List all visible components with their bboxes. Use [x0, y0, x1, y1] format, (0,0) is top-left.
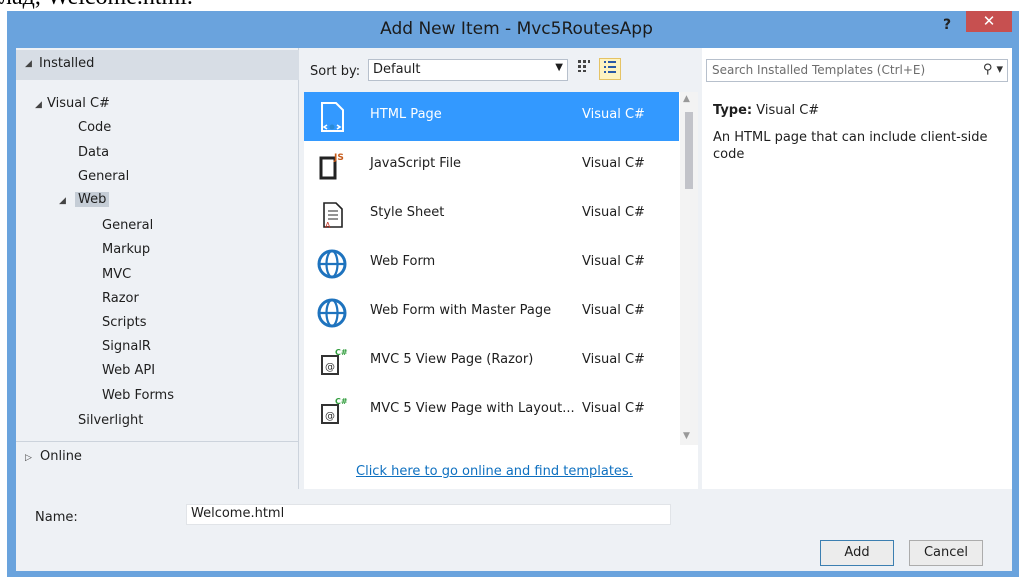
item-name: JavaScript File [370, 156, 462, 171]
web-form-icon [316, 248, 348, 280]
add-button[interactable]: Add [820, 540, 894, 566]
svg-text:@: @ [325, 362, 335, 373]
tree-online[interactable]: Online [40, 449, 82, 464]
tree-web-signalr[interactable]: SignalR [102, 339, 151, 354]
svg-text:@: @ [325, 411, 335, 422]
chevron-down-icon: ▼ [555, 62, 563, 73]
scroll-thumb[interactable] [685, 112, 693, 189]
tree-web-razor[interactable]: Razor [102, 291, 139, 306]
item-type: Visual C# [582, 401, 645, 416]
tree-silverlight[interactable]: Silverlight [78, 413, 143, 428]
template-list: HTML Page Visual C# JS JavaScript File V… [304, 92, 698, 489]
item-name: HTML Page [370, 107, 442, 122]
list-view-icon[interactable] [599, 58, 621, 80]
tree-code[interactable]: Code [78, 120, 111, 135]
item-type: Visual C# [582, 156, 645, 171]
svg-text:C#: C# [335, 348, 348, 357]
expanded-arrow-icon[interactable]: ◢ [35, 100, 42, 110]
tree-visual-csharp[interactable]: Visual C# [47, 96, 110, 111]
item-type: Visual C# [582, 107, 645, 122]
item-name: MVC 5 View Page (Razor) [370, 352, 534, 367]
window-title: Add New Item - Mvc5RoutesApp [380, 19, 653, 39]
list-item[interactable]: HTML Page Visual C# [304, 92, 679, 141]
item-type: Visual C# [582, 205, 645, 220]
item-type: Visual C# [582, 352, 645, 367]
name-field[interactable]: Welcome.html [186, 504, 671, 525]
type-value: Visual C# [756, 103, 820, 118]
svg-text:C#: C# [335, 397, 348, 406]
list-item[interactable]: Web Form Visual C# [304, 239, 679, 288]
item-name: Web Form with Master Page [370, 303, 552, 318]
sort-select[interactable]: Default ▼ [368, 59, 568, 81]
sort-by-label: Sort by: [310, 64, 361, 79]
online-templates-link[interactable]: Click here to go online and find templat… [356, 464, 633, 479]
list-item[interactable]: JS JavaScript File Visual C# [304, 141, 679, 190]
cancel-button[interactable]: Cancel [909, 540, 983, 566]
tree-web-mvc[interactable]: MVC [102, 267, 131, 282]
javascript-file-icon: JS [316, 150, 348, 182]
title-bar[interactable]: Add New Item - Mvc5RoutesApp ? ✕ [7, 11, 1019, 48]
add-new-item-dialog: Add New Item - Mvc5RoutesApp ? ✕ ◢ Insta… [7, 11, 1019, 577]
scroll-down-icon[interactable]: ▼ [683, 431, 690, 441]
sort-toolbar: Sort by: Default ▼ [301, 48, 699, 92]
tree-web-api[interactable]: Web API [102, 363, 155, 378]
tree-divider [16, 441, 299, 442]
search-placeholder: Search Installed Templates (Ctrl+E) [712, 63, 926, 77]
tree-installed: Installed [39, 56, 95, 71]
list-item[interactable]: @ C# MVC 5 View Page with Layout... Visua… [304, 386, 679, 435]
item-name: MVC 5 View Page with Layout... [370, 401, 575, 416]
tree-web-general[interactable]: General [102, 218, 153, 233]
template-tree: ◢ Installed ◢ Visual C# Code Data Genera… [16, 48, 299, 489]
name-label: Name: [35, 510, 78, 525]
item-description: An HTML page that can include client-sid… [713, 130, 988, 162]
type-line: Type: Visual C# [713, 103, 819, 118]
tree-general[interactable]: General [78, 169, 129, 184]
mvc-view-icon: @ C# [316, 346, 348, 378]
installed-header[interactable]: ◢ Installed [16, 50, 299, 80]
small-icons-view-icon[interactable] [573, 58, 595, 80]
tree-web-scripts[interactable]: Scripts [102, 315, 146, 330]
tree-data[interactable]: Data [78, 145, 109, 160]
type-label: Type: [713, 103, 753, 118]
item-name: Style Sheet [370, 205, 445, 220]
list-scrollbar[interactable]: ▲ ▼ [680, 92, 698, 445]
search-icon[interactable]: ⚲ ▾ [983, 62, 1003, 77]
details-pane: Search Installed Templates (Ctrl+E) ⚲ ▾ … [702, 48, 1012, 489]
item-type: Visual C# [582, 303, 645, 318]
scroll-up-icon[interactable]: ▲ [683, 94, 690, 104]
list-item[interactable]: @ C# MVC 5 View Page (Razor) Visual C# [304, 337, 679, 386]
html-page-icon [316, 101, 348, 133]
collapsed-arrow-icon[interactable]: ▷ [25, 453, 32, 463]
search-input[interactable]: Search Installed Templates (Ctrl+E) ⚲ ▾ [706, 59, 1008, 82]
tree-web[interactable]: Web [75, 192, 110, 207]
svg-text:JS: JS [333, 153, 344, 163]
tree-web-markup[interactable]: Markup [102, 242, 150, 257]
list-item[interactable]: Web Form with Master Page Visual C# [304, 288, 679, 337]
item-name: Web Form [370, 254, 436, 269]
mvc-view-layout-icon: @ C# [316, 395, 348, 427]
style-sheet-icon: A [316, 199, 348, 231]
close-button[interactable]: ✕ [966, 11, 1012, 32]
help-button[interactable]: ? [937, 13, 957, 37]
dialog-client: ◢ Installed ◢ Visual C# Code Data Genera… [16, 48, 1012, 571]
sort-value: Default [373, 62, 421, 77]
item-type: Visual C# [582, 254, 645, 269]
expanded-arrow-icon[interactable]: ◢ [59, 196, 66, 206]
expanded-arrow-icon[interactable]: ◢ [25, 59, 32, 69]
list-item[interactable]: A Style Sheet Visual C# [304, 190, 679, 239]
svg-text:A: A [325, 221, 331, 230]
tree-web-forms[interactable]: Web Forms [102, 388, 174, 403]
template-list-pane: Sort by: Default ▼ HTML Page Visual C# J… [301, 48, 699, 489]
web-form-master-icon [316, 297, 348, 329]
